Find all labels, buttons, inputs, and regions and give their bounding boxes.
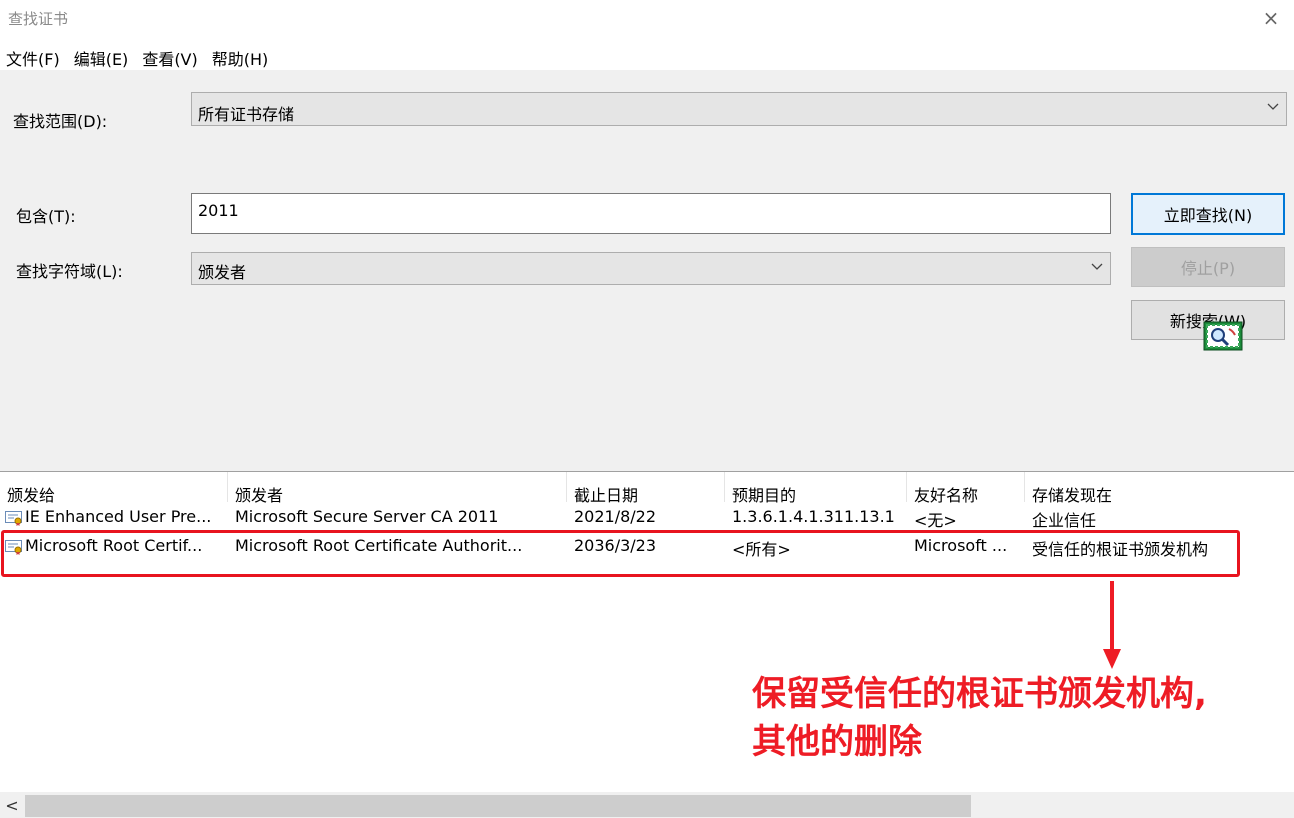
cell-friendly-name: <无> xyxy=(914,511,957,530)
contains-input-field[interactable] xyxy=(192,196,1110,224)
field-dropdown[interactable]: 颁发者 xyxy=(191,252,1111,285)
menu-view[interactable]: 查看(V) xyxy=(136,42,205,70)
column-divider[interactable] xyxy=(1024,472,1025,502)
horizontal-scrollbar[interactable]: < xyxy=(0,792,1294,818)
annotation-text: 保留受信任的根证书颁发机构, 其他的删除 xyxy=(752,670,1207,766)
cell-issued-to: IE Enhanced User Pre... xyxy=(25,507,212,526)
menu-file[interactable]: 文件(F) xyxy=(0,42,68,70)
cell-issued-by: Microsoft Secure Server CA 2011 xyxy=(235,507,499,526)
column-divider[interactable] xyxy=(906,472,907,502)
menu-edit[interactable]: 编辑(E) xyxy=(68,42,137,70)
contains-label: 包含(T): xyxy=(16,207,76,226)
find-now-button[interactable]: 立即查找(N) xyxy=(1131,193,1285,235)
cell-store: 企业信任 xyxy=(1032,511,1097,530)
chevron-down-icon xyxy=(1267,103,1279,110)
cell-purposes: 1.3.6.1.4.1.311.13.1 xyxy=(732,507,895,526)
window-title: 查找证书 xyxy=(8,10,69,28)
scroll-left-button[interactable]: < xyxy=(4,795,20,815)
scope-dropdown[interactable]: 所有证书存储 xyxy=(191,92,1287,126)
menu-bar: 文件(F) 编辑(E) 查看(V) 帮助(H) xyxy=(0,42,276,70)
column-divider[interactable] xyxy=(227,472,228,502)
annotation-line-1: 保留受信任的根证书颁发机构, xyxy=(752,674,1207,714)
table-row[interactable]: IE Enhanced User Pre... Microsoft Secure… xyxy=(0,503,1294,532)
menu-help[interactable]: 帮助(H) xyxy=(206,42,277,70)
scope-label: 查找范围(D): xyxy=(13,112,108,131)
chevron-down-icon xyxy=(1091,263,1103,270)
column-divider[interactable] xyxy=(566,472,567,502)
close-icon: × xyxy=(1262,6,1280,30)
chevron-left-icon: < xyxy=(5,795,19,815)
title-bar: 查找证书 × xyxy=(0,0,1294,40)
column-divider[interactable] xyxy=(724,472,725,502)
field-value: 颁发者 xyxy=(198,263,247,282)
field-label: 查找字符域(L): xyxy=(16,262,123,281)
stop-button[interactable]: 停止(P) xyxy=(1131,247,1285,287)
contains-input[interactable] xyxy=(191,193,1111,234)
scrollbar-thumb[interactable] xyxy=(25,795,971,817)
arrow-down-icon xyxy=(1103,581,1121,669)
search-animation-icon xyxy=(1203,321,1243,351)
certificate-icon xyxy=(5,511,22,526)
search-panel: 查找范围(D): 所有证书存储 包含(T): 查找字符域(L): 颁发者 立即查… xyxy=(0,70,1294,471)
close-button[interactable]: × xyxy=(1248,0,1294,36)
scope-value: 所有证书存储 xyxy=(198,105,295,124)
cell-expiration: 2021/8/22 xyxy=(574,507,657,526)
highlight-box xyxy=(1,530,1240,577)
annotation-line-2: 其他的删除 xyxy=(752,722,922,762)
